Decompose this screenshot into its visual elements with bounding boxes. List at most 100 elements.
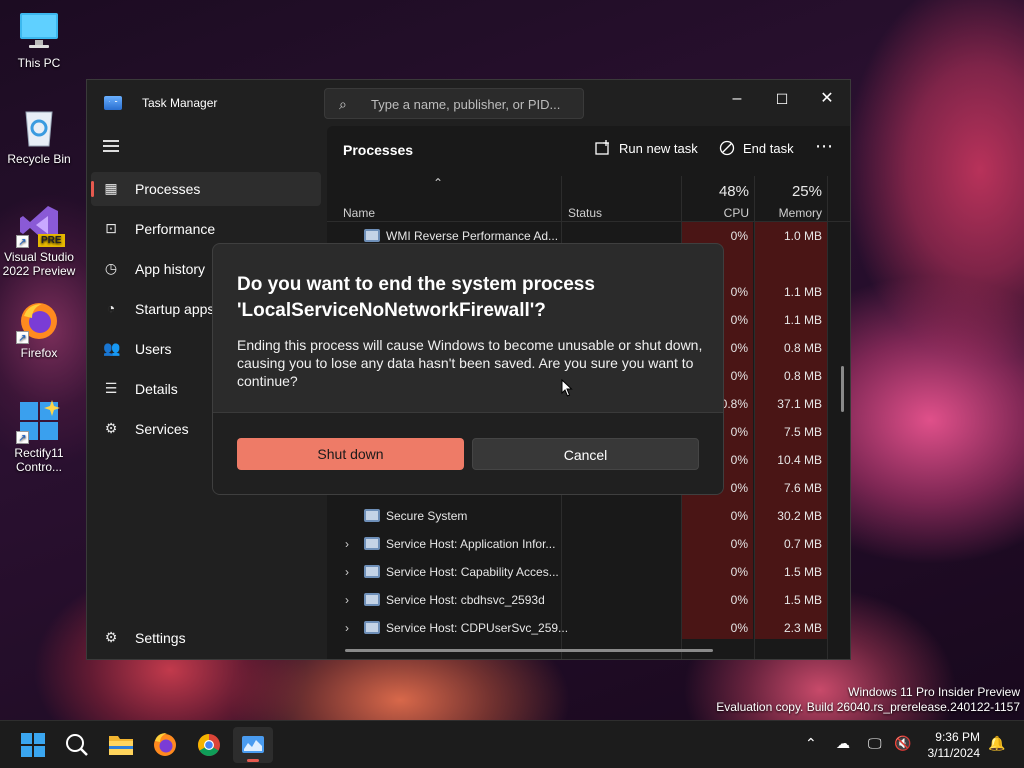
desktop-icon-label: Recycle Bin: [7, 152, 71, 166]
show-hidden-icons-chevron-icon[interactable]: ⌃: [805, 735, 817, 752]
sidebar-item-settings[interactable]: ⚙ Settings: [91, 621, 321, 655]
close-button[interactable]: ✕: [804, 84, 850, 114]
end-process-dialog: Do you want to end the system process 'L…: [212, 243, 724, 495]
chrome-icon: [198, 734, 220, 756]
title-bar[interactable]: Task Manager ⌕ Type a name, publisher, o…: [87, 80, 850, 126]
sidebar-item-label: Performance: [135, 221, 216, 237]
expand-chevron-icon[interactable]: ›: [345, 593, 349, 607]
process-cpu: 0%: [730, 593, 748, 607]
desktop-icon-rectify11[interactable]: ↗ Rectify11 Contro...: [0, 400, 78, 474]
shortcut-arrow-icon: ↗: [16, 235, 29, 248]
process-memory: 7.5 MB: [783, 425, 822, 439]
column-header-cpu[interactable]: CPU: [699, 206, 749, 220]
process-name: Service Host: Application Infor...: [386, 537, 556, 551]
process-memory: 1.0 MB: [783, 229, 822, 243]
process-memory: 1.5 MB: [783, 565, 822, 579]
more-options-button[interactable]: ⋯: [815, 136, 833, 157]
cancel-button[interactable]: Cancel: [472, 438, 699, 470]
process-name: Service Host: CDPUserSvc_259...: [386, 621, 569, 635]
recycle-bin-icon: [18, 106, 60, 148]
run-new-task-icon: [595, 140, 611, 156]
start-button[interactable]: [13, 727, 53, 763]
search-input[interactable]: ⌕ Type a name, publisher, or PID...: [324, 88, 584, 119]
taskbar-search-button[interactable]: [57, 727, 97, 763]
process-name: Secure System: [386, 509, 468, 523]
end-task-button[interactable]: End task: [719, 140, 794, 156]
start-icon: [21, 733, 45, 757]
hamburger-menu-icon[interactable]: [103, 140, 119, 152]
process-memory: 37.1 MB: [777, 397, 822, 411]
process-memory: 2.3 MB: [783, 621, 822, 635]
process-memory: 10.4 MB: [777, 453, 822, 467]
process-icon: [364, 509, 380, 522]
expand-chevron-icon[interactable]: ›: [345, 537, 349, 551]
system-clock[interactable]: 9:36 PM 3/11/2024: [928, 729, 981, 761]
processes-icon: ▦: [104, 180, 118, 196]
process-memory: 0.8 MB: [783, 341, 822, 355]
run-new-task-button[interactable]: Run new task: [595, 140, 698, 156]
monitor-icon: [18, 10, 60, 52]
command-bar: Processes Run new task End task ⋯: [327, 126, 850, 176]
sidebar-item-label: Services: [135, 421, 189, 437]
sidebar-item-performance[interactable]: ⊡ Performance: [91, 212, 321, 246]
column-header-name[interactable]: Name: [343, 206, 375, 220]
shut-down-button[interactable]: Shut down: [237, 438, 464, 470]
process-memory: 1.1 MB: [783, 285, 822, 299]
network-icon[interactable]: 🖵: [868, 735, 882, 752]
table-row[interactable]: › Service Host: Capability Acces... 0% 1.5 …: [327, 558, 850, 586]
details-icon: ☰: [104, 380, 118, 396]
sidebar-item-processes[interactable]: ▦ Processes: [91, 172, 321, 206]
column-header-status[interactable]: Status: [568, 206, 602, 220]
build-watermark: Windows 11 Pro Insider Preview Evaluatio…: [716, 685, 1020, 715]
process-cpu: 0%: [730, 621, 748, 635]
rectify11-icon: ↗: [16, 400, 60, 444]
sidebar-item-label: Processes: [135, 181, 201, 197]
process-cpu: 0%: [730, 565, 748, 579]
maximize-button[interactable]: ☐: [759, 84, 805, 114]
startup-apps-icon: ◔: [106, 300, 116, 316]
expand-chevron-icon[interactable]: ›: [345, 621, 349, 635]
desktop-icon-label: Rectify11 Contro...: [14, 446, 64, 474]
sort-arrow-icon[interactable]: ⌃: [433, 176, 443, 190]
expand-chevron-icon[interactable]: ›: [345, 565, 349, 579]
chrome-taskbar-button[interactable]: [189, 727, 229, 763]
table-row[interactable]: › Service Host: cbdhsvc_2593d 0% 1.5 MB: [327, 586, 850, 614]
end-task-icon: [719, 140, 735, 156]
table-row[interactable]: › Service Host: CDPUserSvc_259... 0% 2.3 MB: [327, 614, 850, 639]
notifications-bell-icon[interactable]: 🔔: [988, 735, 1005, 752]
end-task-label: End task: [743, 141, 794, 156]
sidebar-item-label: App history: [135, 261, 206, 277]
table-row[interactable]: Secure System 0% 30.2 MB: [327, 502, 850, 530]
memory-total-percent: 25%: [791, 183, 822, 200]
process-cpu: 0%: [730, 537, 748, 551]
column-header-memory[interactable]: Memory: [762, 206, 822, 220]
dialog-title: Do you want to end the system process 'L…: [237, 274, 595, 321]
horizontal-scrollbar[interactable]: [345, 649, 713, 652]
minimize-button[interactable]: –: [714, 84, 760, 114]
file-explorer-button[interactable]: [101, 727, 141, 763]
process-icon: [364, 229, 380, 242]
column-headers: ⌃ Name Status 48% CPU 25% Memory: [327, 176, 850, 222]
desktop-icon-label: This PC: [17, 56, 61, 70]
users-icon: 👥: [103, 340, 121, 356]
process-cpu: 0%: [730, 509, 748, 523]
firefox-icon: [154, 733, 176, 756]
visual-studio-icon: PRE ↗: [16, 204, 65, 248]
sidebar-item-label: Details: [135, 381, 178, 397]
desktop-icon-recycle-bin[interactable]: Recycle Bin: [0, 106, 78, 166]
firefox-taskbar-button[interactable]: [145, 727, 185, 763]
desktop-icon-firefox[interactable]: ↗ Firefox: [0, 300, 78, 360]
task-manager-taskbar-button[interactable]: [233, 727, 273, 763]
process-memory: 0.7 MB: [783, 537, 822, 551]
clock-time: 9:36 PM: [935, 730, 980, 744]
process-icon: [364, 593, 380, 606]
vertical-scrollbar[interactable]: [841, 366, 844, 412]
page-title: Processes: [343, 142, 414, 158]
desktop-icon-visual-studio[interactable]: PRE ↗ Visual Studio 2022 Preview: [0, 204, 78, 278]
process-icon: [364, 621, 380, 634]
desktop-icon-this-pc[interactable]: This PC: [0, 10, 78, 70]
volume-muted-icon[interactable]: 🔇: [894, 735, 911, 752]
dialog-footer: Shut down Cancel: [213, 412, 723, 494]
onedrive-icon[interactable]: ☁: [836, 735, 850, 752]
table-row[interactable]: › Service Host: Application Infor... 0% 0.7…: [327, 530, 850, 558]
